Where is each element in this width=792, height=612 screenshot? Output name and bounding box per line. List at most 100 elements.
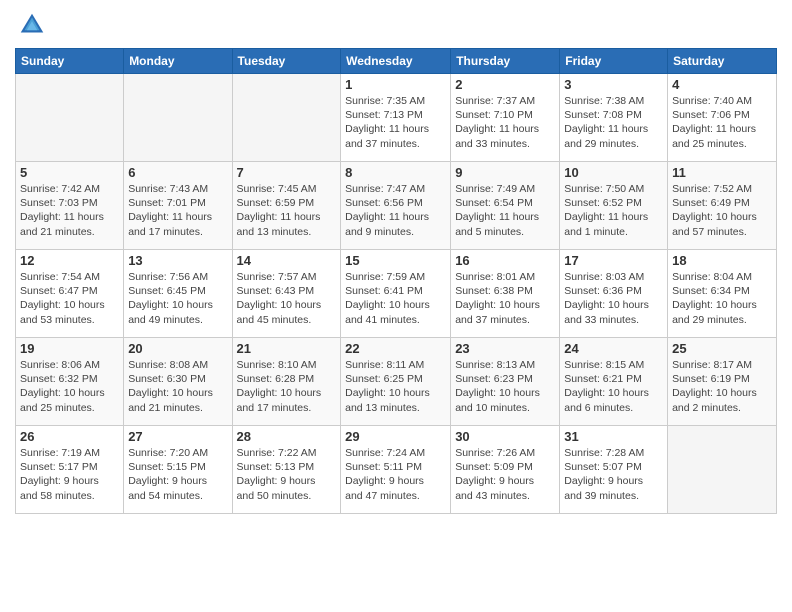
calendar-cell: 29Sunrise: 7:24 AM Sunset: 5:11 PM Dayli… <box>341 426 451 514</box>
calendar-cell <box>668 426 777 514</box>
calendar-cell: 22 Sunrise: 8:11 AM Sunset: 6:25 PM Dayli… <box>341 338 451 426</box>
calendar-cell <box>124 74 232 162</box>
day-number: 13 <box>128 253 227 268</box>
calendar-week-row: 26Sunrise: 7:19 AM Sunset: 5:17 PM Dayli… <box>16 426 777 514</box>
weekday-header-row: SundayMondayTuesdayWednesdayThursdayFrid… <box>16 49 777 74</box>
day-number: 25 <box>672 341 772 356</box>
day-info: Sunrise: 7:43 AM Sunset: 7:01 PM Dayligh… <box>128 182 227 239</box>
calendar-cell: 9 Sunrise: 7:49 AM Sunset: 6:54 PM Daylig… <box>451 162 560 250</box>
day-number: 4 <box>672 77 772 92</box>
day-number: 11 <box>672 165 772 180</box>
day-number: 5 <box>20 165 119 180</box>
day-info: Sunrise: 7:45 AM Sunset: 6:59 PM Dayligh… <box>237 182 337 239</box>
day-info: Sunrise: 7:26 AM Sunset: 5:09 PM Dayligh… <box>455 446 555 503</box>
calendar-cell: 7Sunrise: 7:45 AM Sunset: 6:59 PM Daylig… <box>232 162 341 250</box>
day-number: 12 <box>20 253 119 268</box>
calendar-cell: 13 Sunrise: 7:56 AM Sunset: 6:45 PM Dayli… <box>124 250 232 338</box>
day-info: Sunrise: 8:11 AM Sunset: 6:25 PM Dayligh… <box>345 358 446 415</box>
day-number: 18 <box>672 253 772 268</box>
day-info: Sunrise: 7:52 AM Sunset: 6:49 PM Dayligh… <box>672 182 772 239</box>
day-info: Sunrise: 7:56 AM Sunset: 6:45 PM Dayligh… <box>128 270 227 327</box>
day-number: 10 <box>564 165 663 180</box>
day-info: Sunrise: 7:35 AM Sunset: 7:13 PM Dayligh… <box>345 94 446 151</box>
day-info: Sunrise: 8:10 AM Sunset: 6:28 PM Dayligh… <box>237 358 337 415</box>
day-number: 9 <box>455 165 555 180</box>
calendar-cell: 15 Sunrise: 7:59 AM Sunset: 6:41 PM Dayli… <box>341 250 451 338</box>
weekday-header-monday: Monday <box>124 49 232 74</box>
weekday-header-friday: Friday <box>560 49 668 74</box>
day-number: 30 <box>455 429 555 444</box>
day-number: 1 <box>345 77 446 92</box>
day-number: 20 <box>128 341 227 356</box>
calendar-cell: 21 Sunrise: 8:10 AM Sunset: 6:28 PM Dayli… <box>232 338 341 426</box>
calendar-week-row: 1 Sunrise: 7:35 AM Sunset: 7:13 PM Daylig… <box>16 74 777 162</box>
day-info: Sunrise: 7:42 AM Sunset: 7:03 PM Dayligh… <box>20 182 119 239</box>
calendar-cell: 1 Sunrise: 7:35 AM Sunset: 7:13 PM Daylig… <box>341 74 451 162</box>
calendar-cell <box>16 74 124 162</box>
day-number: 24 <box>564 341 663 356</box>
weekday-header-sunday: Sunday <box>16 49 124 74</box>
day-number: 26 <box>20 429 119 444</box>
day-number: 28 <box>237 429 337 444</box>
calendar-cell: 5 Sunrise: 7:42 AM Sunset: 7:03 PM Daylig… <box>16 162 124 250</box>
calendar-cell: 10 Sunrise: 7:50 AM Sunset: 6:52 PM Dayli… <box>560 162 668 250</box>
calendar-week-row: 19 Sunrise: 8:06 AM Sunset: 6:32 PM Dayli… <box>16 338 777 426</box>
calendar-cell: 12 Sunrise: 7:54 AM Sunset: 6:47 PM Dayli… <box>16 250 124 338</box>
weekday-header-thursday: Thursday <box>451 49 560 74</box>
calendar-cell: 26Sunrise: 7:19 AM Sunset: 5:17 PM Dayli… <box>16 426 124 514</box>
calendar-cell: 24Sunrise: 8:15 AM Sunset: 6:21 PM Dayli… <box>560 338 668 426</box>
day-info: Sunrise: 8:06 AM Sunset: 6:32 PM Dayligh… <box>20 358 119 415</box>
calendar-cell: 17Sunrise: 8:03 AM Sunset: 6:36 PM Dayli… <box>560 250 668 338</box>
weekday-header-wednesday: Wednesday <box>341 49 451 74</box>
calendar-cell: 28 Sunrise: 7:22 AM Sunset: 5:13 PM Dayli… <box>232 426 341 514</box>
day-info: Sunrise: 8:17 AM Sunset: 6:19 PM Dayligh… <box>672 358 772 415</box>
calendar-cell: 8 Sunrise: 7:47 AM Sunset: 6:56 PM Daylig… <box>341 162 451 250</box>
day-number: 8 <box>345 165 446 180</box>
day-info: Sunrise: 7:59 AM Sunset: 6:41 PM Dayligh… <box>345 270 446 327</box>
day-number: 19 <box>20 341 119 356</box>
calendar-cell: 31 Sunrise: 7:28 AM Sunset: 5:07 PM Dayli… <box>560 426 668 514</box>
day-info: Sunrise: 7:28 AM Sunset: 5:07 PM Dayligh… <box>564 446 663 503</box>
weekday-header-saturday: Saturday <box>668 49 777 74</box>
calendar-cell: 30 Sunrise: 7:26 AM Sunset: 5:09 PM Dayli… <box>451 426 560 514</box>
calendar-cell: 4 Sunrise: 7:40 AM Sunset: 7:06 PM Daylig… <box>668 74 777 162</box>
calendar-cell: 23 Sunrise: 8:13 AM Sunset: 6:23 PM Dayli… <box>451 338 560 426</box>
calendar-cell: 6Sunrise: 7:43 AM Sunset: 7:01 PM Daylig… <box>124 162 232 250</box>
weekday-header-tuesday: Tuesday <box>232 49 341 74</box>
day-info: Sunrise: 7:22 AM Sunset: 5:13 PM Dayligh… <box>237 446 337 503</box>
day-number: 2 <box>455 77 555 92</box>
day-number: 23 <box>455 341 555 356</box>
day-number: 3 <box>564 77 663 92</box>
day-number: 14 <box>237 253 337 268</box>
calendar-cell: 25 Sunrise: 8:17 AM Sunset: 6:19 PM Dayli… <box>668 338 777 426</box>
day-info: Sunrise: 8:04 AM Sunset: 6:34 PM Dayligh… <box>672 270 772 327</box>
calendar-cell: 27 Sunrise: 7:20 AM Sunset: 5:15 PM Dayli… <box>124 426 232 514</box>
header <box>15 10 777 40</box>
day-info: Sunrise: 7:20 AM Sunset: 5:15 PM Dayligh… <box>128 446 227 503</box>
day-info: Sunrise: 7:54 AM Sunset: 6:47 PM Dayligh… <box>20 270 119 327</box>
day-number: 21 <box>237 341 337 356</box>
day-info: Sunrise: 7:24 AM Sunset: 5:11 PM Dayligh… <box>345 446 446 503</box>
day-number: 16 <box>455 253 555 268</box>
day-number: 31 <box>564 429 663 444</box>
day-info: Sunrise: 7:57 AM Sunset: 6:43 PM Dayligh… <box>237 270 337 327</box>
day-info: Sunrise: 8:08 AM Sunset: 6:30 PM Dayligh… <box>128 358 227 415</box>
day-info: Sunrise: 7:38 AM Sunset: 7:08 PM Dayligh… <box>564 94 663 151</box>
day-info: Sunrise: 7:47 AM Sunset: 6:56 PM Dayligh… <box>345 182 446 239</box>
page-container: SundayMondayTuesdayWednesdayThursdayFrid… <box>0 0 792 519</box>
calendar-cell: 3 Sunrise: 7:38 AM Sunset: 7:08 PM Daylig… <box>560 74 668 162</box>
calendar-cell: 2Sunrise: 7:37 AM Sunset: 7:10 PM Daylig… <box>451 74 560 162</box>
logo <box>15 10 47 40</box>
day-number: 15 <box>345 253 446 268</box>
calendar-week-row: 5 Sunrise: 7:42 AM Sunset: 7:03 PM Daylig… <box>16 162 777 250</box>
calendar-week-row: 12 Sunrise: 7:54 AM Sunset: 6:47 PM Dayli… <box>16 250 777 338</box>
day-info: Sunrise: 7:40 AM Sunset: 7:06 PM Dayligh… <box>672 94 772 151</box>
day-info: Sunrise: 7:50 AM Sunset: 6:52 PM Dayligh… <box>564 182 663 239</box>
calendar-cell: 11 Sunrise: 7:52 AM Sunset: 6:49 PM Dayli… <box>668 162 777 250</box>
calendar-cell <box>232 74 341 162</box>
calendar-cell: 16Sunrise: 8:01 AM Sunset: 6:38 PM Dayli… <box>451 250 560 338</box>
day-number: 22 <box>345 341 446 356</box>
day-info: Sunrise: 8:13 AM Sunset: 6:23 PM Dayligh… <box>455 358 555 415</box>
day-number: 27 <box>128 429 227 444</box>
day-info: Sunrise: 7:49 AM Sunset: 6:54 PM Dayligh… <box>455 182 555 239</box>
